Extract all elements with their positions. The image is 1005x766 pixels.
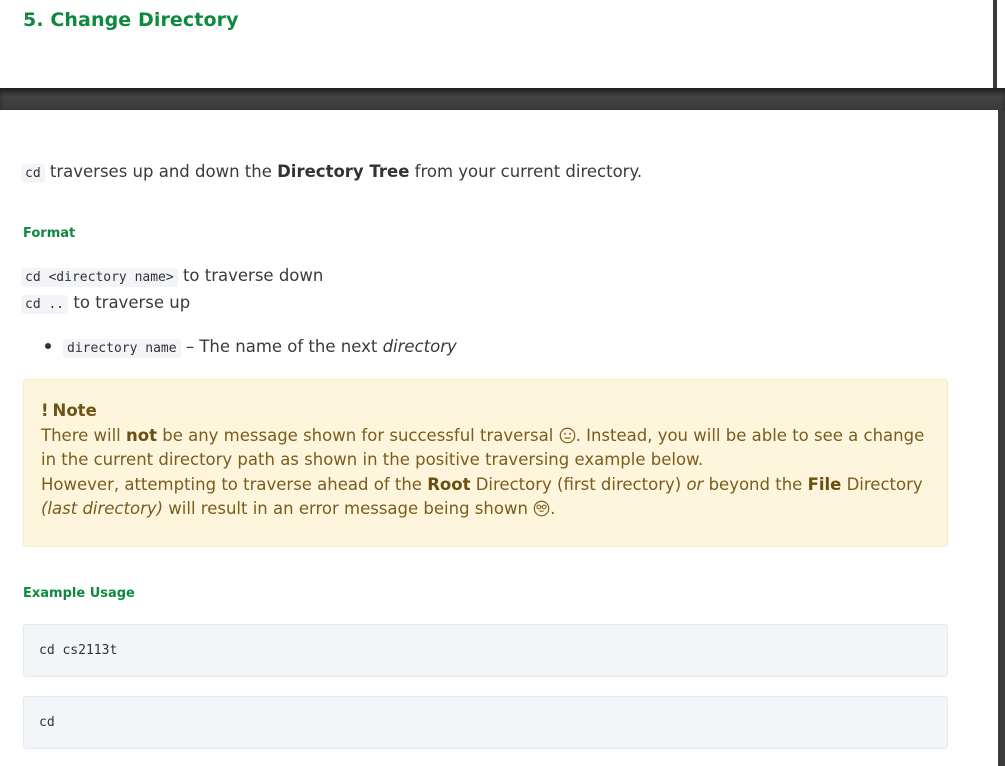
intro-bold: Directory Tree xyxy=(277,162,410,181)
nerd-face-icon xyxy=(533,500,550,517)
note-text: be any message shown for successful trav… xyxy=(156,425,559,445)
code-block[interactable]: cd cs2113t xyxy=(23,624,948,677)
list-item: directory name – The name of the next di… xyxy=(45,337,457,358)
format-text-down: to traverse down xyxy=(177,266,324,285)
note-italic: (last directory) xyxy=(41,499,164,518)
section-title: 5. Change Directory xyxy=(23,9,239,31)
format-line-down: cd <directory name> to traverse down xyxy=(21,266,324,287)
bullet-italic: directory xyxy=(382,337,457,356)
note-bold: File xyxy=(807,474,842,494)
note-paragraph-2: However, attempting to traverse ahead of… xyxy=(41,473,930,522)
intro-code: cd xyxy=(21,164,45,183)
note-text: beyond the xyxy=(703,474,808,494)
content-panel: cd traverses up and down the Directory T… xyxy=(0,110,998,766)
exclamation-icon: ! xyxy=(41,401,49,420)
note-text: Directory (first directory) xyxy=(470,474,687,494)
note-callout: ! Note There will not be any message show… xyxy=(23,379,948,547)
bullet-code: directory name xyxy=(63,339,181,358)
note-text: There will xyxy=(41,425,126,445)
note-title-text: Note xyxy=(52,401,97,420)
note-text: Directory xyxy=(841,474,923,494)
bullet-icon xyxy=(45,342,51,349)
code-block[interactable]: cd xyxy=(23,696,948,749)
note-bold: not xyxy=(126,425,157,445)
divider-band xyxy=(0,88,1005,110)
note-text: . xyxy=(550,499,556,518)
scroll-edge xyxy=(998,110,1005,766)
format-code-down: cd <directory name> xyxy=(21,268,178,287)
intro-text-before: traverses up and down the xyxy=(44,162,278,181)
neutral-face-icon xyxy=(559,427,575,443)
format-heading: Format xyxy=(23,226,76,241)
note-text: will result in an error message being sh… xyxy=(163,499,534,518)
note-italic: or xyxy=(686,474,704,494)
format-text-up: to traverse up xyxy=(68,293,191,312)
note-paragraph-1: There will not be any message shown for … xyxy=(41,424,930,473)
format-code-up: cd .. xyxy=(21,295,69,314)
intro-paragraph: cd traverses up and down the Directory T… xyxy=(21,162,643,183)
note-text: However, attempting to traverse ahead of… xyxy=(41,474,428,494)
note-bold: Root xyxy=(427,474,471,494)
intro-text-after: from your current directory. xyxy=(409,162,643,181)
example-heading: Example Usage xyxy=(23,586,135,601)
format-line-up: cd .. to traverse up xyxy=(21,293,191,314)
bullet-text: – The name of the next xyxy=(180,337,383,356)
note-title: ! Note xyxy=(41,399,930,424)
top-panel: 5. Change Directory xyxy=(0,0,997,88)
